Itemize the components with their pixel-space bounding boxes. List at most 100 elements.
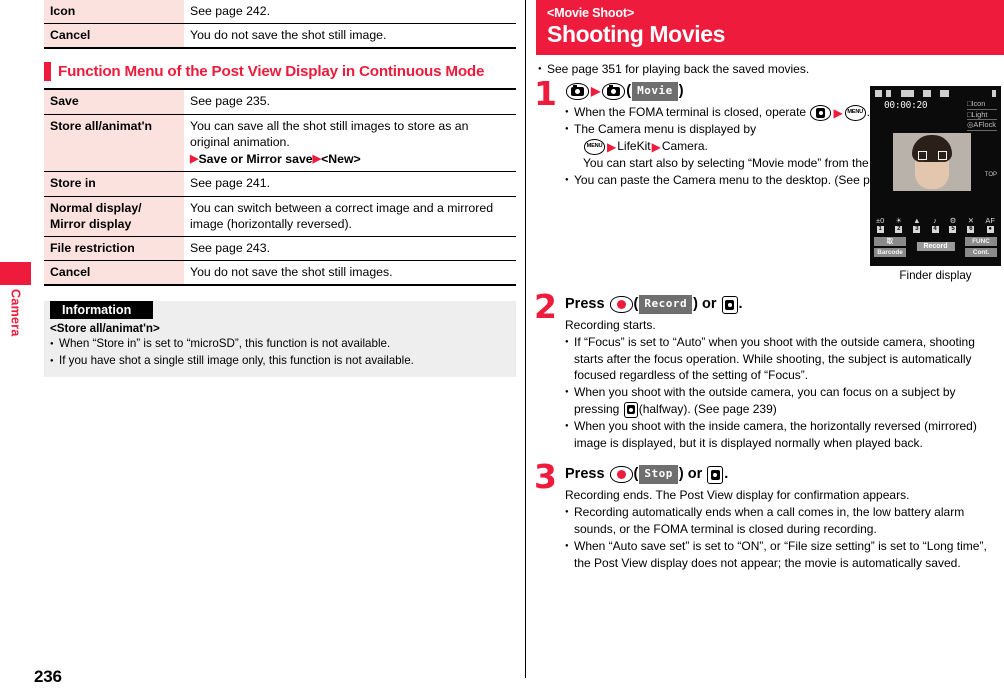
table-cell-value: See page 241.: [184, 171, 516, 197]
paren-close: ): [678, 466, 684, 483]
side-tab-label: Camera: [8, 289, 23, 337]
red-dot-icon: [616, 470, 626, 480]
table-row: Cancel You do not save the shot still im…: [44, 23, 516, 50]
or-label: or: [702, 296, 717, 313]
finder-icon-cell[interactable]: ±0 1: [876, 216, 884, 233]
table-cell-value: You do not save the shot still image.: [184, 23, 516, 50]
table-cell-value: See page 242.: [184, 0, 516, 25]
red-dot-icon: [616, 300, 626, 310]
battery-icon: [940, 90, 949, 97]
softkey-right-top[interactable]: FUNC: [965, 237, 997, 246]
finder-menu-item-icon[interactable]: □Icon: [966, 99, 997, 110]
list-item-text: The Camera menu is displayed by: [574, 122, 757, 137]
softkey-right-bottom[interactable]: Cont.: [965, 248, 997, 257]
side-tab-block: [0, 262, 31, 285]
paren-close: ): [693, 296, 698, 313]
icon-glyph: ♪: [933, 216, 937, 225]
table-cell-key: File restriction: [44, 236, 184, 262]
menu-path-a: LifeKit: [617, 139, 651, 154]
clock-icon: [992, 90, 996, 97]
table-cell-key: Icon: [44, 0, 184, 25]
arrow-icon: ▶: [607, 139, 617, 154]
chapter-side-tab: Camera: [0, 262, 31, 342]
column-divider: [525, 0, 526, 678]
finder-icon-cell[interactable]: ▲ 3: [913, 216, 921, 233]
softkey-center-record[interactable]: Record: [916, 242, 955, 251]
step-2-list: If “Focus” is set to “Auto” when you sho…: [565, 334, 1004, 452]
information-title: Information: [50, 301, 154, 320]
table-cell-value: You do not save the shot still images.: [184, 260, 516, 287]
lead-note: See page 351 for playing back the saved …: [538, 61, 1004, 78]
arrow-icon: ▶: [591, 84, 601, 98]
section-heading: Function Menu of the Post View Display i…: [44, 62, 516, 82]
table-cell-value: See page 235.: [184, 88, 516, 115]
menu-key-label: MENU: [586, 143, 603, 150]
ready-icon: [901, 90, 914, 97]
menu-path-b: Camera.: [661, 139, 708, 154]
section-bar: [44, 62, 51, 82]
paren-open: (: [633, 466, 639, 483]
finder-menu-item-aflock[interactable]: ◎AFlock: [966, 120, 997, 131]
step-2: 2 Press ( Record ) or . Recording starts…: [534, 290, 1004, 452]
menu-key-icon: MENU: [844, 105, 866, 122]
section-heading-text: Function Menu of the Post View Display i…: [58, 63, 485, 81]
step-3-lead: Recording ends. The Post View display fo…: [565, 488, 910, 503]
finder-timer: 00:00:20: [884, 100, 928, 111]
step-2-headline: Press ( Record ) or .: [565, 294, 1004, 315]
information-box: Information <Store all/animat'n> When “S…: [44, 301, 516, 378]
icon-glyph: ±0: [876, 216, 885, 225]
table-cell-key: Normal display/ Mirror display: [44, 196, 184, 237]
focus-mark-left: [918, 151, 927, 160]
substep-a: Save or Mirror save: [198, 152, 313, 167]
select-key-icon: [609, 466, 633, 484]
information-list: When “Store in” is set to “microSD”, thi…: [44, 336, 516, 370]
list-item: If “Focus” is set to “Auto” when you sho…: [565, 334, 1004, 384]
list-item: Recording automatically ends when a call…: [565, 504, 1004, 538]
table-cell-value: You can save all the shot still images t…: [184, 114, 516, 173]
finder-icon-cell[interactable]: ✕ 6: [967, 216, 975, 233]
icon-number: 6: [967, 226, 975, 233]
camera-icon: [626, 405, 635, 415]
table-cell-key: Save: [44, 88, 184, 115]
select-key-icon: [609, 296, 633, 314]
table-cell-key: Cancel: [44, 260, 184, 287]
finder-top-label: TOP: [984, 172, 997, 178]
function-table-top: Icon See page 242. Cancel You do not sav…: [44, 0, 516, 50]
camera-icon: [571, 85, 584, 97]
finder-icon-cell[interactable]: AF ●: [985, 216, 995, 233]
paren-open: (: [633, 296, 639, 313]
camera-key-icon: [602, 83, 626, 101]
finder-menu-item-light[interactable]: □Light: [966, 110, 997, 120]
finder-icon-cell[interactable]: ☀ 2: [895, 216, 903, 233]
table-row: File restriction See page 243.: [44, 236, 516, 262]
icon-glyph: ✕: [967, 216, 975, 225]
finder-side-menu: □Icon □Light ◎AFlock: [966, 99, 997, 131]
table-row: Icon See page 242.: [44, 0, 516, 25]
step-3-headline: Press ( Stop ) or .: [565, 464, 1004, 485]
softkey-left-bottom[interactable]: Barcode: [874, 248, 906, 257]
softkey-label-record: Record: [639, 295, 693, 314]
icon-glyph: ▲: [913, 216, 921, 225]
camera-icon: [607, 85, 621, 97]
step-3: 3 Press ( Stop ) or . Recording ends. Th…: [534, 460, 1004, 571]
finder-status-bar: [875, 89, 996, 98]
camera-icon: [710, 469, 720, 480]
table-cell-value: See page 243.: [184, 236, 516, 262]
finder-icon-cell[interactable]: ⚙ 5: [949, 216, 957, 233]
finder-caption: Finder display: [899, 269, 972, 282]
icon-glyph: ⚙: [949, 216, 957, 225]
camera-key-icon: [566, 83, 589, 101]
chapter-header: <Movie Shoot> Shooting Movies: [536, 0, 1004, 55]
step-number: 3: [534, 457, 557, 497]
icon-number: 2: [895, 226, 903, 233]
icon-glyph: ☀: [895, 216, 903, 225]
function-table-main: Save See page 235. Store all/animat'n Yo…: [44, 88, 516, 287]
finder-icon-row: ±0 1 ☀ 2 ▲ 3 ♪ 4 ⚙ 5 ✕ 6 AF ●: [876, 216, 995, 233]
finder-screen: 00:00:20 □Icon □Light ◎AFlock TOP ±0 1 ☀ 2…: [870, 86, 1001, 266]
icon-glyph: AF: [985, 216, 995, 225]
finder-icon-cell[interactable]: ♪ 4: [931, 216, 939, 233]
softkey-left-top[interactable]: 取: [874, 237, 906, 246]
step-3-body: Recording ends. The Post View display fo…: [565, 487, 1004, 571]
chapter-subtitle: <Movie Shoot>: [547, 6, 634, 20]
table-cell-key: Cancel: [44, 23, 184, 50]
